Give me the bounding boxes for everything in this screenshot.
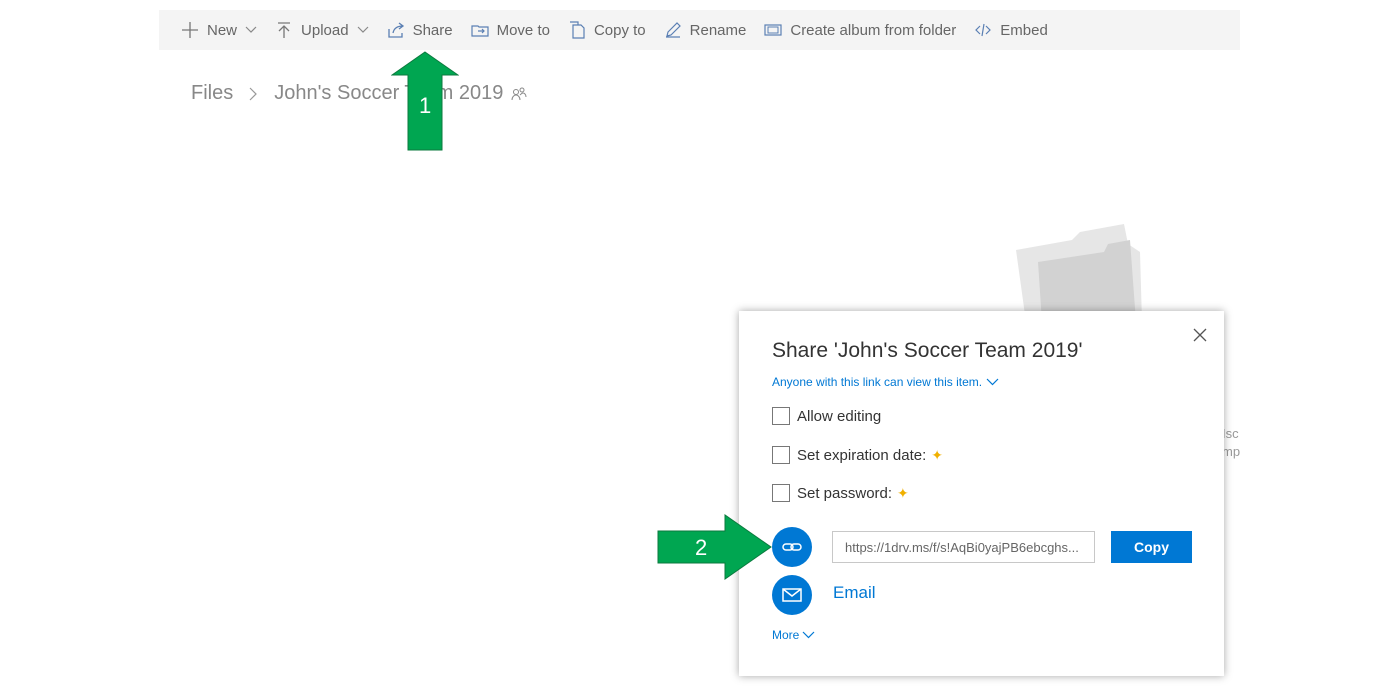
upload-button[interactable]: Upload — [275, 10, 369, 50]
close-icon[interactable] — [1193, 328, 1207, 342]
embed-label: Embed — [1000, 21, 1048, 39]
password-label: Set password: — [797, 484, 893, 502]
link-permission-dropdown[interactable]: Anyone with this link can view this item… — [772, 375, 999, 389]
premium-star-icon: ✦ — [931, 446, 943, 463]
share-label: Share — [412, 21, 453, 39]
allow-editing-label: Allow editing — [797, 407, 882, 425]
rename-button[interactable]: Rename — [664, 10, 747, 50]
new-label: New — [207, 21, 238, 39]
background-text: mp — [1222, 444, 1240, 459]
expiration-label: Set expiration date: — [797, 446, 927, 464]
plus-icon — [181, 21, 199, 39]
embed-icon — [974, 21, 992, 39]
chevron-right-icon — [249, 87, 258, 101]
more-label: More — [772, 628, 800, 642]
move-to-icon — [470, 21, 489, 39]
album-icon — [764, 21, 782, 39]
embed-button[interactable]: Embed — [974, 10, 1048, 50]
copy-link-button[interactable]: Copy — [1111, 531, 1192, 563]
move-to-button[interactable]: Move to — [470, 10, 550, 50]
upload-label: Upload — [301, 21, 349, 39]
allow-editing-option: Allow editing — [772, 407, 881, 425]
password-option: Set password: ✦ — [772, 484, 909, 502]
share-dialog: Share 'John's Soccer Team 2019' Anyone w… — [739, 311, 1224, 676]
breadcrumb-current: John's Soccer Team 2019 — [274, 82, 504, 104]
chevron-down-icon — [986, 378, 999, 386]
breadcrumb-root[interactable]: Files — [191, 82, 233, 105]
mail-icon — [782, 588, 802, 602]
share-link-field[interactable] — [832, 531, 1095, 563]
step-1-label: 1 — [419, 93, 432, 118]
step-2-label: 2 — [695, 535, 708, 560]
share-icon — [387, 21, 405, 39]
background-text: Isc — [1222, 426, 1239, 441]
command-bar: New Upload Share Move to Copy to Rename … — [159, 10, 1240, 50]
chevron-down-icon — [245, 26, 257, 34]
more-options-dropdown[interactable]: More — [772, 628, 815, 642]
step-2-arrow: 2 — [657, 514, 772, 585]
allow-editing-checkbox[interactable] — [772, 407, 790, 425]
copy-to-button[interactable]: Copy to — [568, 10, 646, 50]
move-to-label: Move to — [496, 21, 550, 39]
dialog-title: Share 'John's Soccer Team 2019' — [772, 339, 1083, 362]
chevron-down-icon — [802, 631, 815, 639]
link-icon — [782, 543, 802, 551]
email-label[interactable]: Email — [833, 583, 876, 603]
breadcrumb: Files John's Soccer Team 2019 — [191, 82, 527, 105]
copy-to-label: Copy to — [593, 21, 646, 39]
new-button[interactable]: New — [181, 10, 257, 50]
expiration-option: Set expiration date: ✦ — [772, 446, 943, 464]
create-album-button[interactable]: Create album from folder — [764, 10, 956, 50]
pencil-icon — [664, 21, 682, 39]
share-button[interactable]: Share — [387, 10, 453, 50]
step-1-arrow: 1 — [390, 51, 460, 156]
create-album-label: Create album from folder — [790, 21, 957, 39]
get-link-button[interactable] — [772, 527, 812, 567]
upload-icon — [275, 21, 293, 39]
shared-people-icon — [511, 86, 527, 102]
permission-text: Anyone with this link can view this item… — [772, 375, 983, 389]
chevron-down-icon — [357, 26, 369, 34]
premium-star-icon: ✦ — [897, 484, 909, 501]
rename-label: Rename — [689, 21, 747, 39]
password-checkbox[interactable] — [772, 484, 790, 502]
email-button[interactable] — [772, 575, 812, 615]
expiration-checkbox[interactable] — [772, 446, 790, 464]
copy-icon — [568, 21, 586, 39]
